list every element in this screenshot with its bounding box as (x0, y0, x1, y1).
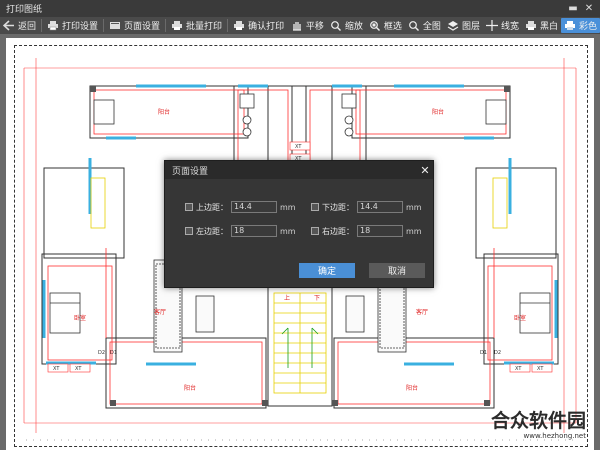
right-margin-label: 右边距： (322, 226, 354, 236)
zoom-label: 缩放 (344, 22, 363, 32)
black-white-icon (525, 21, 536, 30)
print-preview-canvas[interactable]: 阳台 阳台 厨房 厨房 卧室 卧室 客厅 客厅 阳台 阳台 上 下 XT XT (0, 34, 600, 450)
bottom-margin-label: 下边距： (322, 202, 354, 212)
top-margin-label: 上边距： (196, 202, 228, 212)
watermark-brand: 合众软件园 (490, 410, 586, 432)
batch-print-label: 批量打印 (186, 22, 223, 32)
batch-print-button[interactable]: 批量打印 (168, 18, 225, 33)
plan-label-bedroom-right: 卧室 (514, 314, 526, 322)
dialog-title: 页面设置 (172, 166, 209, 177)
toolbar-divider (165, 19, 167, 32)
zoom-extents-label: 全图 (422, 22, 441, 32)
top-margin-unit: mm (280, 202, 296, 212)
top-margin-icon (185, 203, 193, 211)
watermark-url: www.hezhong.net (523, 432, 587, 440)
bottom-margin-unit: mm (406, 202, 422, 212)
window-tag: XT (537, 366, 544, 372)
left-margin-input[interactable]: 18 (231, 225, 277, 237)
dialog-close-icon[interactable]: ✕ (417, 164, 433, 177)
pan-tool[interactable]: 平移 (288, 18, 327, 33)
toolbar-divider (103, 19, 105, 32)
batch-print-icon (172, 21, 183, 30)
line-width-tool[interactable]: 线宽 (483, 18, 522, 33)
line-width-label: 线宽 (500, 22, 519, 32)
door-tag: D2 (494, 350, 501, 356)
door-tag: D1 (110, 350, 117, 356)
plan-label-balcony-bottom-right: 阳台 (406, 384, 418, 392)
layers-label: 图层 (461, 22, 480, 32)
back-arrow-icon (3, 20, 14, 31)
left-margin-label: 左边距： (196, 226, 228, 236)
confirm-print-button[interactable]: 确认打印 (230, 18, 287, 33)
color-icon (564, 21, 575, 30)
window-tag: XT (75, 366, 82, 372)
plan-label-balcony-right: 阳台 (432, 108, 444, 116)
black-white-tool[interactable]: 黑白 (522, 18, 561, 33)
printer-settings-icon (48, 21, 59, 31)
zoom-extents-icon (409, 21, 419, 31)
bottom-margin-row: 下边距： 14.4 mm (311, 201, 422, 213)
plan-label-stair-up: 上 (284, 294, 290, 302)
plan-label-balcony-left: 阳台 (158, 108, 170, 116)
layers-tool[interactable]: 图层 (444, 18, 483, 33)
toolbar-divider (227, 19, 229, 32)
line-width-icon (485, 20, 498, 31)
door-tag: D2 (98, 350, 105, 356)
watermark: 合众软件园 www.hezhong.net (468, 410, 586, 446)
window-titlebar: 打印图纸 ▬ ✕ (0, 0, 600, 17)
minimize-icon[interactable]: ▬ (566, 2, 580, 15)
right-margin-unit: mm (406, 226, 422, 236)
plan-label-stair-down: 下 (314, 295, 320, 302)
pan-label: 平移 (305, 22, 324, 32)
close-icon[interactable]: ✕ (582, 2, 596, 15)
page-settings-button[interactable]: 页面设置 (106, 18, 163, 33)
layers-icon (447, 21, 459, 31)
zoom-tool[interactable]: 缩放 (327, 18, 366, 33)
cancel-button[interactable]: 取消 (369, 263, 425, 278)
left-margin-unit: mm (280, 226, 296, 236)
window-select-tool[interactable]: 框选 (366, 18, 405, 33)
black-white-label: 黑白 (539, 22, 558, 32)
plan-label-bedroom-left: 卧室 (74, 314, 86, 322)
page-settings-label: 页面设置 (124, 22, 161, 32)
window-select-icon (370, 21, 380, 31)
plan-label-living-left: 客厅 (154, 308, 166, 316)
confirm-print-label: 确认打印 (248, 22, 285, 32)
page-settings-dialog: 页面设置 ✕ 上边距： 14.4 mm 下边距： 14.4 mm 左边距： 18… (164, 160, 434, 288)
back-button-label: 返回 (18, 22, 37, 32)
window-tag: XT (295, 144, 302, 150)
page-settings-icon (110, 22, 121, 29)
print-icon (234, 21, 245, 30)
zoom-icon (330, 21, 341, 31)
door-tag: D1 (480, 350, 487, 356)
right-margin-row: 右边距： 18 mm (311, 225, 422, 237)
top-margin-input[interactable]: 14.4 (231, 201, 277, 213)
toolbar: 返回 打印设置 页面设置 批量打印 确认打印 平移 缩放 框选 全图 图层 线宽… (0, 17, 600, 34)
left-margin-icon (185, 227, 193, 235)
ok-button[interactable]: 确定 (299, 263, 355, 278)
right-margin-icon (311, 227, 319, 235)
left-margin-row: 左边距： 18 mm (185, 225, 296, 237)
right-margin-input[interactable]: 18 (357, 225, 403, 237)
dialog-titlebar: 页面设置 ✕ (165, 161, 433, 179)
bottom-margin-input[interactable]: 14.4 (357, 201, 403, 213)
zoom-extents-tool[interactable]: 全图 (405, 18, 444, 33)
back-button[interactable]: 返回 (0, 18, 39, 33)
bottom-margin-icon (311, 203, 319, 211)
print-settings-label: 打印设置 (62, 22, 99, 32)
plan-label-living-right: 客厅 (416, 308, 428, 316)
window-title: 打印图纸 (6, 5, 43, 15)
color-tool[interactable]: 彩色 (560, 18, 600, 33)
window-tag: XT (53, 366, 60, 372)
plan-label-balcony-bottom-left: 阳台 (184, 384, 196, 392)
toolbar-divider (41, 19, 43, 32)
window-select-label: 框选 (383, 22, 402, 32)
top-margin-row: 上边距： 14.4 mm (185, 201, 296, 213)
window-tag: XT (515, 366, 522, 372)
color-label: 彩色 (578, 22, 597, 32)
print-settings-button[interactable]: 打印设置 (44, 18, 101, 33)
hand-pan-icon (292, 22, 301, 31)
